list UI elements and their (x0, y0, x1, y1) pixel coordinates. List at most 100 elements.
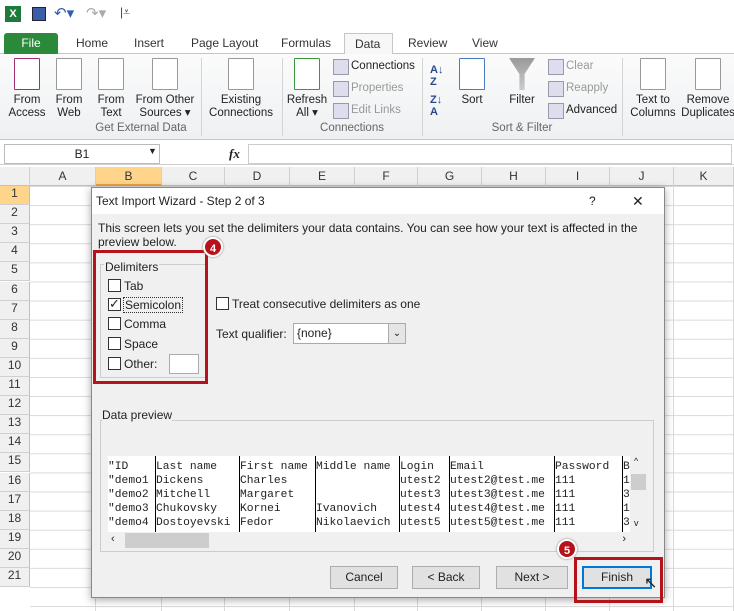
cancel-button[interactable]: Cancel (330, 566, 398, 589)
connections-button[interactable]: Connections (333, 57, 415, 75)
tab-view[interactable]: View (462, 33, 508, 54)
text-qualifier-select[interactable]: {none} ⌄ (293, 323, 406, 344)
row-header-18[interactable]: 18 (0, 510, 30, 530)
tab-file[interactable]: File (4, 33, 58, 54)
clear-filter-button[interactable]: Clear (548, 57, 593, 75)
tab-formulas[interactable]: Formulas (271, 33, 341, 54)
preview-cell: Password (555, 461, 610, 473)
redo-icon[interactable]: ↷▾ (86, 4, 106, 22)
filter-funnel-icon (509, 58, 535, 90)
preview-vertical-scrollbar[interactable]: ^ v (630, 456, 647, 532)
chevron-down-icon: ⌄ (388, 324, 405, 343)
name-box[interactable]: B1 (4, 144, 160, 164)
scroll-up-icon[interactable]: ^ (634, 456, 638, 466)
tab-page-layout[interactable]: Page Layout (181, 33, 268, 54)
column-header-F[interactable]: F (355, 167, 418, 186)
row-header-9[interactable]: 9 (0, 338, 30, 358)
text-to-columns-button[interactable]: Text to Columns (628, 58, 678, 120)
row-header-2[interactable]: 2 (0, 205, 30, 225)
row-header-10[interactable]: 10 (0, 357, 30, 377)
column-header-D[interactable]: D (225, 167, 290, 186)
help-button[interactable]: ? (589, 188, 596, 214)
row-header-15[interactable]: 15 (0, 453, 30, 473)
row-header-21[interactable]: 21 (0, 568, 30, 588)
row-header-5[interactable]: 5 (0, 262, 30, 282)
column-header-I[interactable]: I (546, 167, 610, 186)
preview-cell: Dickens (156, 475, 204, 487)
next-button[interactable]: Next > (496, 566, 568, 589)
column-header-A[interactable]: A (30, 167, 96, 186)
customize-qat-icon[interactable]: |⩡ (120, 5, 130, 20)
back-button[interactable]: < Back (412, 566, 480, 589)
row-header-13[interactable]: 13 (0, 415, 30, 435)
preview-cell: "demo4 (108, 517, 149, 529)
row-header-11[interactable]: 11 (0, 377, 30, 397)
excel-icon[interactable]: X (5, 6, 21, 22)
existing-connections-icon (228, 58, 254, 90)
preview-horizontal-scrollbar[interactable]: ‹ › (108, 532, 630, 549)
preview-cell: Chukovsky (156, 503, 218, 515)
row-header-8[interactable]: 8 (0, 319, 30, 339)
row-header-16[interactable]: 16 (0, 472, 30, 492)
callout-box-delimiters (93, 250, 208, 384)
tab-review[interactable]: Review (398, 33, 457, 54)
preview-cell: First name (240, 461, 308, 473)
reapply-button[interactable]: Reapply (548, 79, 608, 97)
column-header-C[interactable]: C (162, 167, 225, 186)
text-qualifier-label: Text qualifier: (216, 327, 287, 341)
tab-insert[interactable]: Insert (124, 33, 174, 54)
preview-cell: 1! (623, 503, 630, 515)
filter-button[interactable]: Filter (504, 58, 540, 107)
row-header-7[interactable]: 7 (0, 300, 30, 320)
column-header-J[interactable]: J (610, 167, 674, 186)
row-header-1[interactable]: 1 (0, 186, 30, 206)
existing-connections-button[interactable]: Existing Connections (204, 58, 278, 120)
scroll-down-icon[interactable]: v (634, 518, 639, 528)
fx-button[interactable]: fx (229, 146, 240, 162)
column-header-E[interactable]: E (290, 167, 355, 186)
from-web-button[interactable]: From Web (50, 58, 88, 120)
row-header-3[interactable]: 3 (0, 224, 30, 244)
row-header-14[interactable]: 14 (0, 434, 30, 454)
from-access-button[interactable]: From Access (6, 58, 48, 120)
row-header-17[interactable]: 17 (0, 491, 30, 511)
row-header-20[interactable]: 20 (0, 548, 30, 568)
edit-links-button[interactable]: Edit Links (333, 101, 401, 119)
tab-data[interactable]: Data (344, 33, 393, 55)
from-text-button[interactable]: From Text (92, 58, 130, 120)
scroll-left-icon[interactable]: ‹ (111, 533, 115, 545)
column-header-H[interactable]: H (482, 167, 546, 186)
sort-ascending-icon[interactable]: A↓ Z (430, 64, 443, 88)
remove-duplicates-button[interactable]: Remove Duplicates (680, 58, 734, 120)
sort-button[interactable]: Sort (455, 58, 489, 107)
formula-input[interactable] (248, 144, 732, 164)
scrollbar-thumb[interactable] (125, 533, 209, 548)
advanced-filter-button[interactable]: Advanced (548, 101, 617, 119)
web-icon (56, 58, 82, 90)
sort-descending-icon[interactable]: Z↓ A (430, 94, 442, 118)
preview-cell: Charles (240, 475, 288, 487)
dialog-description: This screen lets you set the delimiters … (98, 221, 638, 249)
from-other-sources-button[interactable]: From Other Sources ▾ (132, 58, 198, 120)
undo-icon[interactable]: ↶▾ (54, 4, 74, 22)
name-box-dropdown-icon[interactable]: ▼ (148, 146, 157, 156)
consecutive-delimiters-checkbox[interactable] (216, 297, 229, 310)
row-header-4[interactable]: 4 (0, 243, 30, 263)
row-header-6[interactable]: 6 (0, 281, 30, 301)
column-header-B[interactable]: B (96, 167, 162, 186)
close-icon[interactable]: ✕ (632, 188, 644, 214)
select-all-corner[interactable] (0, 167, 30, 186)
tab-home[interactable]: Home (66, 33, 118, 54)
refresh-all-button[interactable]: Refresh All ▾ (284, 58, 330, 120)
row-header-12[interactable]: 12 (0, 396, 30, 416)
column-header-K[interactable]: K (674, 167, 734, 186)
remove-duplicates-icon (695, 58, 721, 90)
scroll-right-icon[interactable]: › (622, 533, 626, 545)
properties-button[interactable]: Properties (333, 79, 403, 97)
save-icon[interactable] (32, 7, 46, 21)
preview-cell: 111 (555, 489, 576, 501)
column-header-G[interactable]: G (418, 167, 482, 186)
preview-cell: "ID (108, 461, 129, 473)
row-header-19[interactable]: 19 (0, 529, 30, 549)
scrollbar-thumb[interactable] (631, 474, 646, 490)
